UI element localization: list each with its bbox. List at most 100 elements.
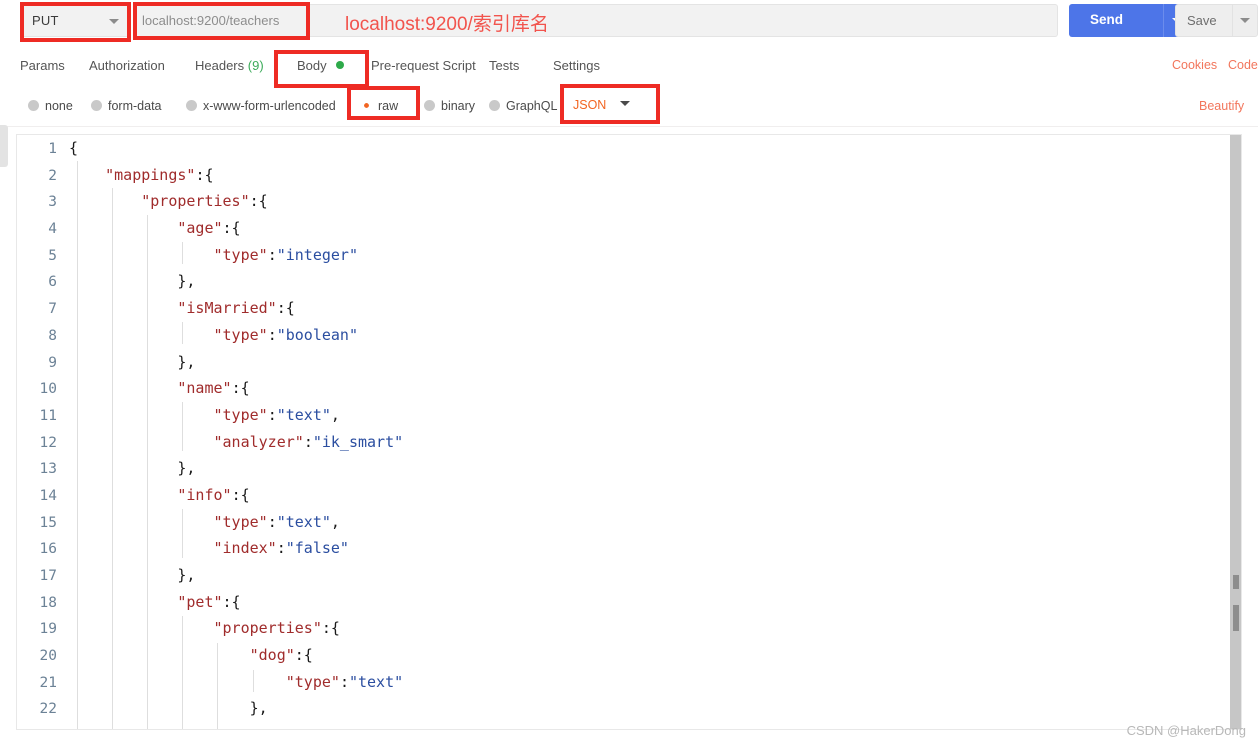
code-link[interactable]: Code: [1228, 58, 1258, 72]
line-number: 19: [39, 621, 57, 638]
line-number: 10: [39, 381, 57, 398]
code-text: "dog":{: [249, 646, 313, 665]
code-line: 7 "isMarried":{: [17, 295, 1241, 322]
beautify-link[interactable]: Beautify: [1199, 99, 1244, 113]
sidebar-resize-handle[interactable]: [0, 125, 8, 167]
save-options-button[interactable]: [1232, 4, 1258, 37]
radio-icon: [489, 100, 500, 111]
line-number: 20: [39, 648, 57, 665]
code-text: "isMarried":{: [177, 299, 295, 318]
line-number: 9: [48, 354, 57, 371]
code-line: 3 "properties":{: [17, 188, 1241, 215]
body-type-label: form-data: [108, 99, 162, 113]
radio-icon: [91, 100, 102, 111]
code-text: "age":{: [177, 219, 241, 238]
line-number: 13: [39, 461, 57, 478]
body-type-binary[interactable]: binary: [424, 99, 475, 113]
body-type-label: GraphQL: [506, 99, 558, 113]
line-number: 8: [48, 327, 57, 344]
body-type-none[interactable]: none: [28, 99, 73, 113]
code-text: "index":"false": [213, 539, 349, 558]
code-line: 11 "type":"text",: [17, 402, 1241, 429]
code-text: "type":"text": [285, 672, 404, 691]
editor-vertical-scrollbar-thumb[interactable]: [1233, 575, 1239, 589]
code-text: "pet":{: [177, 592, 241, 611]
body-type-x-www-form-urlencoded[interactable]: x-www-form-urlencoded: [186, 99, 336, 113]
tab-label: Params: [20, 58, 65, 73]
json-code-content[interactable]: 1{2 "mappings":{3 "properties":{4 "age":…: [17, 135, 1241, 722]
watermark-text: CSDN @HakerDong: [1126, 723, 1246, 738]
body-type-bar: none form-data x-www-form-urlencoded raw…: [0, 88, 1258, 127]
tab-headers[interactable]: Headers (9): [195, 58, 264, 73]
tab-label: Headers: [195, 58, 245, 73]
cookies-link[interactable]: Cookies: [1172, 58, 1217, 72]
line-number: 17: [39, 568, 57, 584]
editor-vertical-scrollbar-track[interactable]: [1230, 135, 1241, 729]
code-text: },: [249, 699, 268, 718]
save-button[interactable]: Save: [1175, 4, 1232, 37]
code-line: 10 "name":{: [17, 375, 1241, 402]
radio-icon: [186, 100, 197, 111]
code-line: 16 "index":"false": [17, 535, 1241, 562]
save-button-label: Save: [1187, 13, 1217, 28]
request-body-editor[interactable]: 1{2 "mappings":{3 "properties":{4 "age":…: [16, 134, 1242, 730]
editor-scrollbar-marker[interactable]: [1233, 605, 1239, 631]
tab-settings[interactable]: Settings: [553, 58, 600, 73]
body-type-graphql[interactable]: GraphQL: [489, 99, 557, 113]
body-modified-dot-icon: [336, 61, 345, 69]
tab-authorization[interactable]: Authorization: [89, 58, 165, 73]
code-line: 22 },: [17, 695, 1241, 722]
tab-headers-count: (9): [247, 58, 264, 73]
code-line: 18 "pet":{: [17, 589, 1241, 616]
line-number: 22: [39, 701, 57, 718]
tab-body[interactable]: Body: [297, 58, 345, 73]
body-type-form-data[interactable]: form-data: [91, 99, 162, 113]
code-text: "type":"text",: [213, 512, 340, 531]
line-number: 11: [39, 407, 57, 424]
tab-label: Pre-request Script: [371, 58, 476, 73]
code-text: "type":"text",: [213, 405, 340, 424]
raw-format-label: JSON: [573, 98, 607, 112]
line-number: 14: [39, 487, 57, 504]
body-type-raw[interactable]: raw: [361, 99, 398, 113]
request-url-input[interactable]: localhost:9200/teachers: [133, 4, 1058, 37]
tab-pre-request-script[interactable]: Pre-request Script: [371, 58, 476, 73]
code-text: },: [177, 352, 196, 371]
code-text: {: [69, 139, 79, 157]
tab-tests[interactable]: Tests: [489, 58, 519, 73]
raw-format-selector[interactable]: JSON: [573, 98, 631, 112]
http-method-label: PUT: [32, 13, 59, 28]
code-line: 1{: [17, 135, 1241, 162]
code-text: "type":"boolean": [213, 325, 359, 344]
code-text: "mappings":{: [105, 165, 214, 184]
send-button-label: Send: [1090, 12, 1124, 27]
tab-label: Tests: [489, 58, 520, 73]
code-line: 4 "age":{: [17, 215, 1241, 242]
code-line: 5 "type":"integer": [17, 242, 1241, 269]
code-text: "info":{: [177, 485, 250, 504]
tab-label: Body: [297, 58, 327, 73]
tab-params[interactable]: Params: [20, 58, 65, 73]
code-line: 13 },: [17, 455, 1241, 482]
line-number: 5: [48, 247, 57, 264]
line-number: 15: [39, 514, 57, 531]
send-button[interactable]: Send: [1069, 4, 1163, 37]
line-number: 12: [39, 434, 57, 451]
chevron-down-icon: [1240, 18, 1250, 23]
tab-label: Authorization: [89, 58, 165, 73]
code-line: 15 "type":"text",: [17, 509, 1241, 536]
code-line: 19 "properties":{: [17, 615, 1241, 642]
code-line: 6 },: [17, 268, 1241, 295]
code-text: "properties":{: [213, 619, 340, 638]
code-line: 14 "info":{: [17, 482, 1241, 509]
radio-icon: [424, 100, 435, 111]
code-line: 12 "analyzer":"ik_smart": [17, 429, 1241, 456]
chevron-down-icon: [620, 101, 631, 106]
body-type-label: none: [45, 99, 73, 113]
code-text: "properties":{: [141, 192, 268, 211]
body-type-label: raw: [378, 99, 399, 113]
code-text: "type":"integer": [213, 245, 359, 264]
http-method-selector[interactable]: PUT: [20, 4, 130, 37]
code-line: 21 "type":"text": [17, 669, 1241, 696]
code-text: },: [177, 459, 196, 478]
